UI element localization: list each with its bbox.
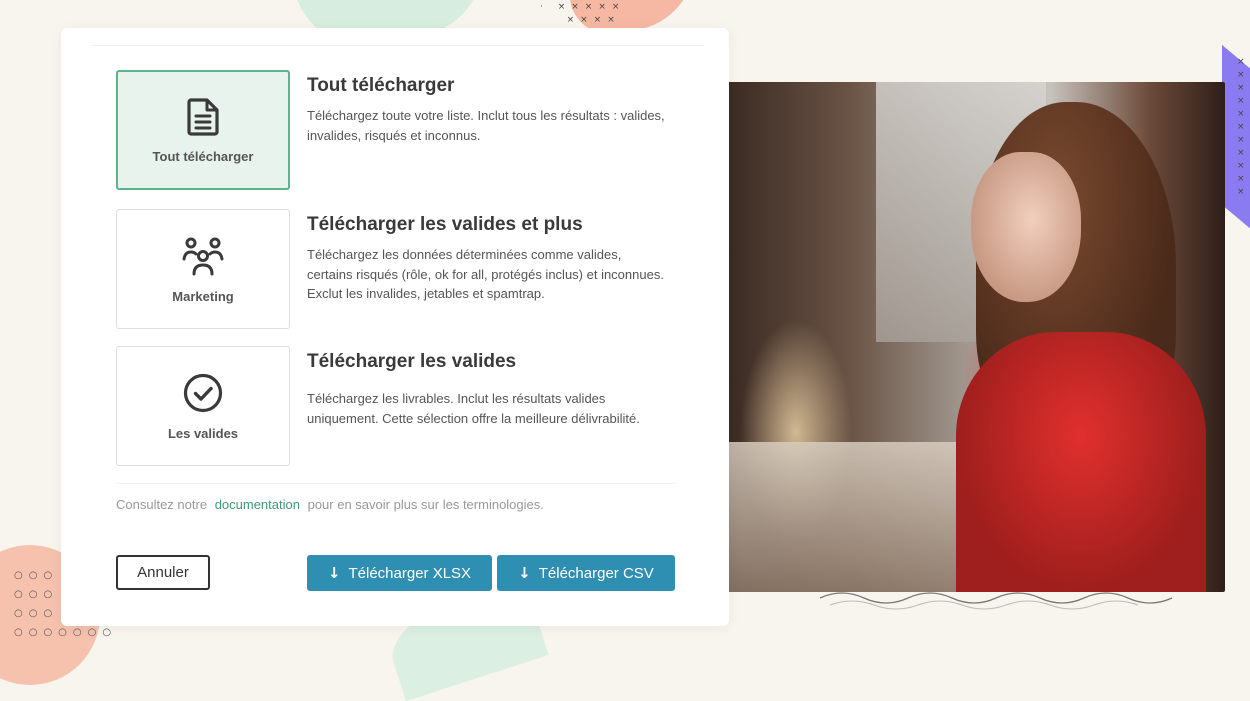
- documentation-note: Consultez notre documentation pour en sa…: [116, 497, 544, 512]
- users-group-icon: [182, 237, 224, 275]
- option-description-block: Tout télécharger Téléchargez toute votre…: [307, 75, 667, 145]
- option-description: Téléchargez les livrables. Inclut les ré…: [307, 391, 640, 426]
- option-title: Tout télécharger: [307, 75, 455, 96]
- option-tout-telecharger[interactable]: Tout télécharger: [116, 70, 290, 190]
- button-label: Télécharger CSV: [538, 564, 654, 582]
- option-label: Les valides: [167, 425, 239, 441]
- option-label: Tout télécharger: [152, 148, 254, 164]
- cross-pattern-decoration: · ××××× ××××: [540, 2, 626, 25]
- note-prefix: Consultez notre: [116, 497, 208, 512]
- download-arrow-icon: ↓: [327, 564, 341, 582]
- document-icon: [187, 97, 219, 136]
- download-xlsx-button[interactable]: ↓ Télécharger XLSX: [307, 555, 492, 591]
- note-suffix: pour en savoir plus sur les terminologie…: [307, 497, 544, 512]
- download-dialog: Tout télécharger Tout télécharger Téléch…: [61, 28, 729, 626]
- option-title: Télécharger les valides et plus: [307, 214, 583, 235]
- wave-line-decoration: [820, 592, 1173, 610]
- download-arrow-icon: ↓: [518, 564, 531, 582]
- divider: [92, 45, 704, 46]
- option-label: Marketing: [172, 288, 234, 304]
- cancel-button[interactable]: Annuler: [116, 555, 210, 590]
- cross-pattern-decoration: × × × × × × × × × × ×: [1237, 57, 1250, 197]
- hero-photo: [726, 82, 1225, 592]
- option-description-block: Télécharger les valides Téléchargez les …: [307, 351, 667, 428]
- download-csv-button[interactable]: ↓ Télécharger CSV: [497, 555, 675, 591]
- option-marketing[interactable]: Marketing: [116, 209, 290, 329]
- option-description: Téléchargez toute votre liste. Inclut to…: [307, 108, 665, 143]
- option-description: Téléchargez les données déterminées comm…: [307, 247, 664, 301]
- option-title: Télécharger les valides: [307, 351, 517, 372]
- divider: [116, 483, 676, 484]
- button-label: Télécharger XLSX: [348, 564, 472, 582]
- option-description-block: Télécharger les valides et plus Téléchar…: [307, 214, 667, 304]
- option-les-valides[interactable]: Les valides: [116, 346, 290, 466]
- check-circle-icon: [183, 373, 223, 412]
- documentation-link[interactable]: documentation: [215, 497, 300, 512]
